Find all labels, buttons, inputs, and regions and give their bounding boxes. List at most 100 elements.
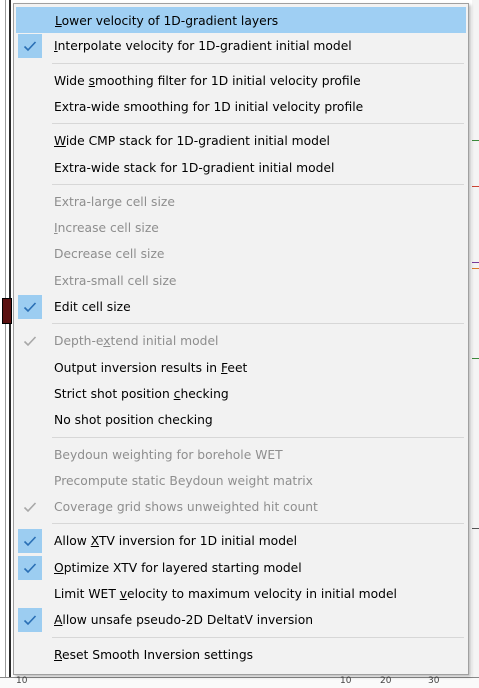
menu-item-optimize-xtv-for-layered-starting-model[interactable]: Optimize XTV for layered starting model	[16, 555, 466, 581]
label-text: Limit WET	[54, 587, 120, 601]
label-text: Depth-e	[54, 334, 104, 349]
label-text: Coverage grid shows unweighted hit count	[54, 500, 318, 515]
label-text: TV inversion for 1D initial model	[98, 534, 297, 549]
label-text: No shot position checking	[54, 413, 213, 428]
access-key: x	[103, 334, 111, 349]
menu-item-lower-velocity-of-1d-gradient-layers[interactable]: Lower velocity of 1D-gradient layers	[16, 7, 466, 33]
checkmark-icon	[18, 555, 42, 580]
label-text: Beydoun weighting for borehole WET	[54, 447, 283, 462]
menu-item-strict-shot-position-checking[interactable]: Strict shot position checking	[16, 381, 466, 407]
menu-item-label: Extra-wide smoothing for 1D initial velo…	[54, 94, 363, 120]
menu-item-label: Reset Smooth Inversion settings	[54, 642, 253, 668]
menu-separator	[52, 123, 464, 125]
label-text: Allow	[54, 534, 91, 549]
menu-item-allow-xtv-inversion-for-1d-initial-model[interactable]: Allow XTV inversion for 1D initial model	[16, 528, 466, 554]
access-key: X	[90, 534, 99, 549]
menu-item-label: Wide smoothing filter for 1D initial vel…	[54, 68, 361, 94]
background-axis: 10 10 20 30	[0, 676, 479, 688]
checkmark-icon	[18, 295, 42, 319]
label-text: ncrease cell size	[57, 221, 159, 236]
label-text: Decrease cell size	[54, 247, 165, 262]
menu-item-label: Extra-wide stack for 1D-gradient initial…	[54, 155, 334, 181]
label-text: hecking	[180, 386, 229, 401]
label-text: Edit cell size	[54, 300, 131, 314]
label-text: Extra-small cell size	[54, 273, 177, 288]
menu-item-beydoun-weighting-for-borehole-wet[interactable]: Beydoun weighting for borehole WET	[16, 442, 466, 468]
menu-item-label: Depth-extend initial model	[54, 328, 218, 354]
axis-tick-label: 10	[340, 676, 352, 686]
label-text: Output inversion results in	[54, 360, 222, 375]
menu-item-wide-smoothing-filter-for-1d-initial-velocity-profile[interactable]: Wide smoothing filter for 1D initial vel…	[16, 68, 466, 94]
menu-item-no-shot-position-checking[interactable]: No shot position checking	[16, 407, 466, 433]
label-text: ptimize XTV for layered starting model	[63, 560, 302, 575]
label-text: nterpolate velocity for 1D-gradient init…	[57, 39, 352, 54]
menu-item-label: Strict shot position checking	[54, 381, 229, 407]
access-key: O	[54, 560, 64, 575]
menu-item-label: Interpolate velocity for 1D-gradient ini…	[54, 33, 352, 59]
menu-item-decrease-cell-size[interactable]: Decrease cell size	[16, 241, 466, 267]
checkmark-icon	[18, 529, 42, 554]
menu-item-label: Allow unsafe pseudo-2D DeltatV inversion	[54, 607, 313, 633]
menu-item-increase-cell-size[interactable]: Increase cell size	[16, 215, 466, 241]
context-menu: Lower velocity of 1D-gradient layers Inte…	[13, 3, 469, 675]
background-frame-line	[5, 0, 6, 687]
menu-item-label: No shot position checking	[54, 407, 213, 433]
label-text: llow unsafe pseudo-2D DeltatV inversion	[62, 613, 314, 628]
menu-item-label: Lower velocity of 1D-gradient layers	[55, 8, 278, 34]
menu-separator	[52, 523, 464, 525]
menu-separator	[52, 323, 464, 325]
background-frame-border	[9, 0, 11, 687]
label-text: ower velocity of 1D-gradient layers	[61, 14, 279, 28]
label-text: Extra-wide stack for 1D-gradient initial…	[54, 160, 335, 175]
menu-item-allow-unsafe-pseudo-2d-deltatv-inversion[interactable]: Allow unsafe pseudo-2D DeltatV inversion	[16, 607, 466, 633]
menu-item-label: Extra-small cell size	[54, 268, 176, 294]
menu-item-extra-large-cell-size[interactable]: Extra-large cell size	[16, 189, 466, 215]
menu-item-coverage-grid-shows-unweighted-hit-count[interactable]: Coverage grid shows unweighted hit count	[16, 494, 466, 520]
axis-tick-label: 30	[428, 676, 440, 686]
menu-separator	[52, 62, 464, 64]
menu-item-precompute-static-beydoun-weight-matrix[interactable]: Precompute static Beydoun weight matrix	[16, 468, 466, 494]
access-key: W	[54, 134, 66, 149]
menu-separator	[52, 436, 464, 438]
menu-item-label: Coverage grid shows unweighted hit count	[54, 494, 318, 520]
menu-separator	[52, 183, 464, 185]
menu-item-interpolate-velocity-for-1d-gradient-initial-model[interactable]: Interpolate velocity for 1D-gradient ini…	[16, 33, 466, 59]
access-key: R	[54, 647, 62, 662]
menu-item-label: Limit WET velocity to maximum velocity i…	[54, 581, 397, 607]
menu-item-label: Extra-large cell size	[54, 189, 175, 215]
menu-item-label: Allow XTV inversion for 1D initial model	[54, 528, 297, 554]
label-text: Wide	[54, 73, 89, 88]
menu-item-label: Optimize XTV for layered starting model	[54, 555, 302, 581]
menu-item-reset-smooth-inversion-settings[interactable]: Reset Smooth Inversion settings	[16, 642, 466, 668]
menu-item-extra-wide-stack-for-1d-gradient-initial-model[interactable]: Extra-wide stack for 1D-gradient initial…	[16, 155, 466, 181]
menu-item-label: Decrease cell size	[54, 241, 164, 267]
access-key: L	[55, 14, 62, 28]
menu-item-wide-cmp-stack-for-1d-gradient-initial-model[interactable]: Wide CMP stack for 1D-gradient initial m…	[16, 128, 466, 154]
menu-item-output-inversion-results-in-feet[interactable]: Output inversion results in Feet	[16, 355, 466, 381]
menu-item-label: Edit cell size	[54, 294, 131, 320]
menu-item-label: Output inversion results in Feet	[54, 355, 247, 381]
axis-tick-label: 20	[380, 676, 392, 686]
menu-item-limit-wet-velocity-to-maximum-velocity-in-initial-model[interactable]: Limit WET velocity to maximum velocity i…	[16, 581, 466, 607]
label-text: Strict shot position	[54, 386, 174, 401]
label-text: Precompute static Beydoun weight matrix	[54, 473, 313, 488]
menu-item-extra-wide-smoothing-for-1d-initial-velocity-profile[interactable]: Extra-wide smoothing for 1D initial velo…	[16, 94, 466, 120]
menu-item-edit-cell-size[interactable]: Edit cell size	[16, 294, 466, 320]
menu-item-extra-small-cell-size[interactable]: Extra-small cell size	[16, 268, 466, 294]
checkmark-icon	[18, 329, 42, 353]
menu-item-label: Increase cell size	[54, 215, 159, 241]
menu-item-label: Precompute static Beydoun weight matrix	[54, 468, 313, 494]
axis-tick-label: 10	[16, 676, 28, 686]
label-text: Extra-wide smoothing for 1D initial velo…	[54, 99, 364, 114]
label-text: Extra-large cell size	[54, 194, 175, 209]
menu-item-label: Wide CMP stack for 1D-gradient initial m…	[54, 128, 330, 154]
menu-item-depth-extend-initial-model[interactable]: Depth-extend initial model	[16, 328, 466, 354]
background-splitter-handle[interactable]	[2, 298, 12, 324]
background-plot-edge	[472, 0, 479, 687]
label-text: ide CMP stack for 1D-gradient initial mo…	[65, 134, 330, 149]
label-text: eet	[227, 360, 248, 375]
access-key: v	[119, 587, 128, 601]
checkmark-icon	[18, 34, 42, 59]
checkmark-icon	[18, 495, 42, 519]
menu-item-label: Beydoun weighting for borehole WET	[54, 442, 283, 468]
